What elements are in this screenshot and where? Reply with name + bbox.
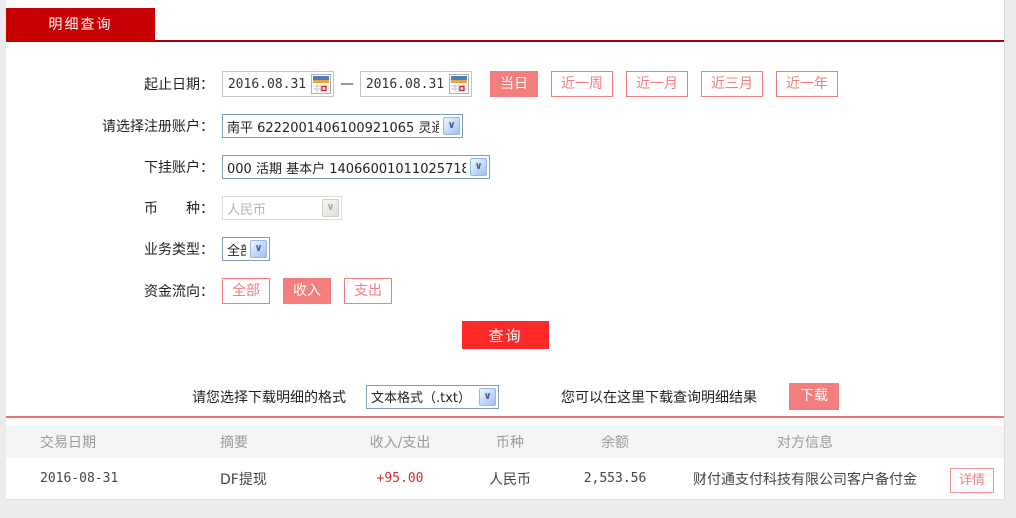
fund-flow-income-button[interactable]: 收入 (283, 278, 331, 304)
table-row: 2016-08-31 DF提现 +95.00 人民币 2,553.56 财付通支… (6, 458, 1004, 500)
range-quarter-button[interactable]: 近三月 (701, 71, 763, 97)
sub-account-label: 下挂账户： (144, 160, 214, 176)
tab-bar: 明细查询 (6, 0, 1004, 42)
range-month-button[interactable]: 近一月 (626, 71, 688, 97)
header-amount: 收入/支出 (369, 435, 431, 451)
range-week-button[interactable]: 近一周 (551, 71, 613, 97)
cell-counterparty: 财付通支付科技有限公司客户备付金 (693, 471, 917, 488)
header-currency: 币种 (496, 435, 524, 451)
dropdown-arrow-icon: ∨ (250, 240, 267, 258)
table-header: 交易日期 摘要 收入/支出 币种 余额 对方信息 (6, 426, 1004, 458)
date-range-label: 起止日期： (144, 77, 214, 93)
header-date: 交易日期 (40, 435, 96, 451)
business-type-value: 全部 (227, 243, 246, 259)
cell-action: 详情 (940, 468, 1004, 493)
download-format-value: 文本格式（.txt） (371, 391, 472, 406)
currency-row: 币 种： 人民币 ∨ (6, 196, 1004, 220)
business-type-select[interactable]: 全部 ∨ (222, 237, 270, 261)
query-button-row: 查询 (6, 321, 1004, 349)
fund-flow-expense-button[interactable]: 支出 (344, 278, 392, 304)
dropdown-arrow-icon: ∨ (443, 117, 460, 135)
sub-account-row: 下挂账户： 000 活期 基本户 1406600101102571848 ∨ (6, 155, 1004, 179)
dropdown-arrow-icon: ∨ (470, 158, 487, 176)
register-account-select[interactable]: 南平 6222001406100921065 灵通卡 ∨ (222, 114, 463, 138)
sub-account-select[interactable]: 000 活期 基本户 1406600101102571848 ∨ (222, 155, 490, 179)
header-balance: 余额 (601, 435, 629, 451)
dropdown-arrow-icon: ∨ (479, 387, 496, 406)
end-date-input[interactable]: 2016.08.31 (360, 71, 472, 97)
register-account-row: 请选择注册账户： 南平 6222001406100921065 灵通卡 ∨ (6, 114, 1004, 138)
start-date-value[interactable]: 2016.08.31 (223, 77, 311, 92)
start-date-input[interactable]: 2016.08.31 (222, 71, 334, 97)
download-button[interactable]: 下载 (789, 383, 839, 410)
sub-account-value: 000 活期 基本户 1406600101102571848 (227, 161, 466, 177)
content-panel: 明细查询 起止日期： 2016.08.31 — 2016.08.31 当日 近一… (6, 0, 1005, 500)
dropdown-arrow-icon: ∨ (322, 199, 339, 217)
query-form: 起止日期： 2016.08.31 — 2016.08.31 当日 近一周 近一月… (6, 42, 1004, 410)
download-row: 请您选择下载明细的格式 文本格式（.txt） ∨ 您可以在这里下载查询明细结果 … (6, 383, 1004, 410)
download-hint: 您可以在这里下载查询明细结果 (561, 389, 757, 406)
cell-currency: 人民币 (489, 471, 531, 488)
business-type-row: 业务类型： 全部 ∨ (6, 237, 1004, 261)
date-separator: — (340, 76, 354, 92)
header-counterparty: 对方信息 (777, 435, 833, 451)
download-format-label: 请您选择下载明细的格式 (192, 389, 346, 406)
range-today-button[interactable]: 当日 (490, 71, 538, 97)
calendar-icon[interactable] (311, 74, 331, 94)
business-type-label: 业务类型： (144, 242, 214, 258)
currency-value: 人民币 (227, 202, 267, 218)
header-summary: 摘要 (220, 435, 248, 451)
cell-date: 2016-08-31 (40, 471, 119, 486)
calendar-icon[interactable] (449, 74, 469, 94)
table-top-divider (6, 416, 1004, 418)
register-account-label: 请选择注册账户： (102, 119, 214, 135)
fund-flow-row: 资金流向： 全部 收入 支出 (6, 278, 1004, 304)
cell-balance: 2,553.56 (583, 471, 647, 486)
range-year-button[interactable]: 近一年 (776, 71, 838, 97)
download-format-select[interactable]: 文本格式（.txt） ∨ (366, 384, 499, 409)
register-account-value: 南平 6222001406100921065 灵通卡 (227, 120, 439, 136)
detail-button[interactable]: 详情 (949, 468, 994, 493)
query-button[interactable]: 查询 (462, 321, 549, 349)
cell-summary: DF提现 (220, 471, 267, 488)
fund-flow-all-button[interactable]: 全部 (222, 278, 270, 304)
tab-detail-query[interactable]: 明细查询 (6, 8, 155, 42)
currency-select: 人民币 ∨ (222, 196, 342, 220)
fund-flow-label: 资金流向： (144, 284, 214, 300)
end-date-value[interactable]: 2016.08.31 (361, 77, 449, 92)
cell-amount: +95.00 (376, 471, 424, 486)
date-range-row: 起止日期： 2016.08.31 — 2016.08.31 当日 近一周 近一月… (6, 71, 1004, 97)
currency-label: 币 种： (144, 201, 214, 217)
